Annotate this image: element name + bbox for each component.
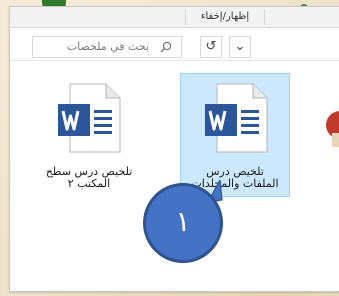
file-label: تلخيص درس الملفات والمجلدات (191, 165, 279, 190)
search-input[interactable]: بحث في ملخصات (32, 36, 182, 58)
refresh-button[interactable]: ↺ (200, 36, 222, 58)
word-document-icon (205, 83, 268, 153)
file-item-desktop-summary[interactable]: تلخيص درس سطح المكتب ٢ (34, 74, 144, 198)
address-toolbar: بحث في ملخصات ↺ ⌄ (10, 28, 339, 61)
file-item-folders-summary[interactable]: تلخيص درس الملفات والمجلدات (180, 73, 290, 197)
chevron-down-icon[interactable]: ⌄ (229, 36, 251, 58)
ribbon-tab-show-hide[interactable]: إظهار/إخفاء (185, 9, 265, 25)
word-document-icon (58, 83, 121, 153)
ribbon-bar: إظهار/إخفاء (10, 7, 339, 28)
search-icon (160, 41, 172, 53)
partial-app-icon (326, 111, 339, 147)
file-label: تلخيص درس سطح المكتب ٢ (45, 165, 133, 190)
step-number-badge: ١ (143, 183, 223, 263)
search-placeholder: بحث في ملخصات (66, 40, 149, 53)
